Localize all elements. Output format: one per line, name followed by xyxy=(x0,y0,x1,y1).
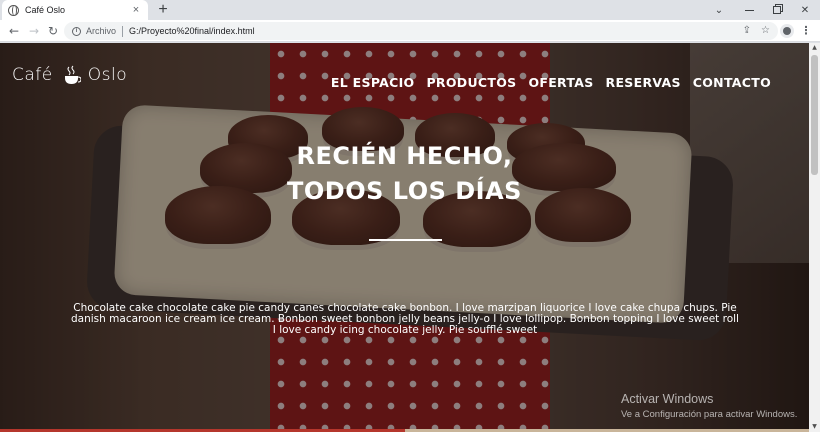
close-window-button[interactable]: ✕ xyxy=(791,0,819,20)
tab-strip: Café Oslo × + ⌄ ✕ xyxy=(0,0,820,20)
hero-lead-paragraph: Chocolate cake chocolate cake pie candy … xyxy=(71,302,739,336)
windows-activation-watermark: Activar Windows Ve a Configuración para … xyxy=(621,392,797,420)
globe-icon xyxy=(8,4,19,16)
profile-icon[interactable] xyxy=(780,24,794,38)
address-separator xyxy=(122,25,124,37)
hero-divider xyxy=(369,239,442,241)
nav-link-ofertas[interactable]: OFERTAS xyxy=(528,75,593,90)
logo-text-cafe: Café xyxy=(12,65,53,85)
scrollbar-thumb[interactable] xyxy=(811,55,818,175)
address-bar[interactable]: i Archivo G:/Proyecto%20final/index.html… xyxy=(64,22,778,40)
reload-icon[interactable]: ↻ xyxy=(45,23,61,39)
browser-toolbar: ← → ↻ i Archivo G:/Proyecto%20final/inde… xyxy=(0,20,820,42)
coffee-cup-icon xyxy=(64,65,81,84)
hero-headline-line-1: RECIÉN HECHO, xyxy=(296,142,513,170)
share-icon[interactable]: ⇪ xyxy=(743,25,751,36)
nav-link-el-espacio[interactable]: EL ESPACIO xyxy=(331,75,415,90)
watermark-subtitle: Ve a Configuración para activar Windows. xyxy=(621,409,798,420)
tab-title: Café Oslo xyxy=(25,5,66,15)
scroll-up-arrow-icon[interactable]: ▲ xyxy=(811,44,818,52)
tab-search-chevron-icon[interactable]: ⌄ xyxy=(705,0,733,20)
hero-overlay xyxy=(0,43,809,432)
hero-headline-line-2: TODOS LOS DÍAS xyxy=(287,177,522,205)
minimize-button[interactable] xyxy=(735,0,763,20)
address-url[interactable]: G:/Proyecto%20final/index.html xyxy=(129,26,255,36)
page-viewport: Café Oslo EL ESPACIO PRODUCTOS OFERTAS R… xyxy=(0,43,820,432)
restore-button[interactable] xyxy=(763,0,791,20)
back-arrow-icon[interactable]: ← xyxy=(6,23,22,39)
nav-link-contacto[interactable]: CONTACTO xyxy=(693,75,771,90)
scroll-down-arrow-icon[interactable]: ▼ xyxy=(811,423,818,431)
site-logo[interactable]: Café Oslo xyxy=(12,65,127,85)
browser-tab[interactable]: Café Oslo × xyxy=(2,0,148,20)
address-scheme: Archivo xyxy=(86,26,117,36)
page-scrollbar[interactable]: ▲ ▼ xyxy=(809,43,820,432)
hero-section: Café Oslo EL ESPACIO PRODUCTOS OFERTAS R… xyxy=(0,43,809,432)
nav-link-productos[interactable]: PRODUCTOS xyxy=(426,75,516,90)
info-icon[interactable]: i xyxy=(72,26,81,36)
logo-text-oslo: Oslo xyxy=(87,65,128,85)
nav-link-reservas[interactable]: RESERVAS xyxy=(606,75,681,90)
main-navigation: EL ESPACIO PRODUCTOS OFERTAS RESERVAS CO… xyxy=(331,75,771,90)
kebab-menu-icon[interactable]: ⋮ xyxy=(800,24,812,38)
bookmark-star-icon[interactable]: ☆ xyxy=(761,25,770,36)
watermark-title: Activar Windows xyxy=(621,392,714,406)
forward-arrow-icon[interactable]: → xyxy=(26,23,42,39)
tab-close-icon[interactable]: × xyxy=(130,4,142,16)
new-tab-button[interactable]: + xyxy=(155,1,171,19)
